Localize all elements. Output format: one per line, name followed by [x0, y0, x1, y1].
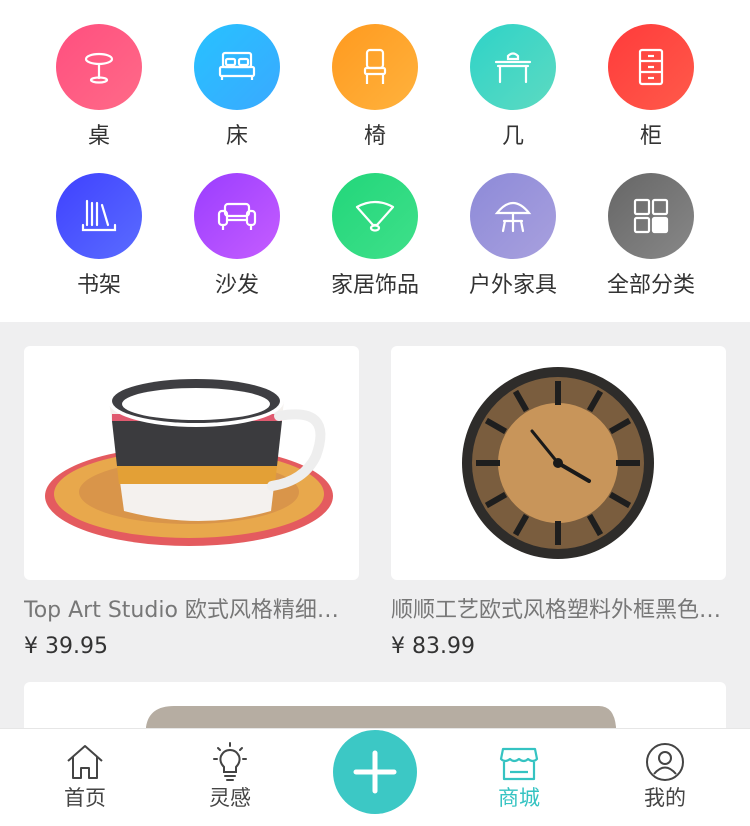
product-card[interactable]: Top Art Studio 欧式风格精细骨瓷咖啡杯碟套装 ¥ 39.95 — [24, 346, 359, 662]
tea-table-icon — [470, 24, 556, 110]
category-label: 几 — [501, 124, 524, 149]
tab-label: 灵感 — [209, 786, 251, 810]
bottom-tab-bar: 首页 灵感 商城 我的 — [0, 728, 750, 826]
plus-icon — [353, 750, 397, 794]
category-label: 全部分类 — [606, 273, 695, 298]
user-icon — [646, 743, 684, 781]
category-table[interactable]: 桌 — [30, 24, 168, 152]
product-price: ¥ 39.95 — [24, 634, 108, 659]
category-cabinet[interactable]: 柜 — [582, 24, 720, 152]
tab-inspiration[interactable]: 灵感 — [175, 741, 285, 811]
fan-decor-icon — [332, 173, 418, 259]
umbrella-icon — [470, 173, 556, 259]
product-title[interactable]: Top Art Studio 欧式风格精细骨瓷咖啡杯碟套装 — [24, 596, 359, 626]
category-all[interactable]: 全部分类 — [582, 173, 720, 301]
category-label: 户外家具 — [468, 273, 557, 298]
tab-profile[interactable]: 我的 — [610, 741, 720, 811]
category-chair[interactable]: 椅 — [306, 24, 444, 152]
category-tea-table[interactable]: 几 — [444, 24, 582, 152]
category-bookshelf[interactable]: 书架 — [30, 173, 168, 301]
cabinet-icon — [608, 24, 694, 110]
category-outdoor[interactable]: 户外家具 — [444, 173, 582, 301]
tab-home[interactable]: 首页 — [30, 741, 140, 811]
sofa-icon — [194, 173, 280, 259]
category-grid: 桌 床 椅 几 柜 书架 沙发 家居饰品 户外家具 全部分类 — [0, 0, 750, 322]
teacup-image — [24, 346, 359, 580]
category-label: 柜 — [639, 124, 662, 149]
tab-label: 首页 — [64, 786, 106, 810]
category-sofa[interactable]: 沙发 — [168, 173, 306, 301]
lightbulb-icon — [213, 742, 247, 781]
tab-label: 我的 — [644, 786, 686, 810]
round-table-icon — [56, 24, 142, 110]
product-title[interactable]: 顺顺工艺欧式风格塑料外框黑色复古挂钟 — [391, 596, 726, 626]
category-label: 椅 — [363, 124, 386, 149]
category-label: 桌 — [87, 124, 110, 149]
tab-label: 商城 — [498, 786, 540, 810]
category-bed[interactable]: 床 — [168, 24, 306, 152]
wall-clock-image — [391, 346, 726, 580]
tab-store[interactable]: 商城 — [464, 741, 574, 811]
bed-icon — [194, 24, 280, 110]
bookshelf-icon — [56, 173, 142, 259]
category-label: 家居饰品 — [330, 273, 419, 298]
category-label: 沙发 — [214, 273, 259, 298]
product-card[interactable]: 顺顺工艺欧式风格塑料外框黑色复古挂钟 ¥ 83.99 — [391, 346, 726, 662]
add-button[interactable] — [333, 730, 417, 814]
chair-icon — [332, 24, 418, 110]
category-home-decor[interactable]: 家居饰品 — [306, 173, 444, 301]
category-label: 书架 — [76, 273, 121, 298]
product-price: ¥ 83.99 — [391, 634, 475, 659]
grid-icon — [608, 173, 694, 259]
store-icon — [499, 747, 539, 781]
category-label: 床 — [225, 124, 248, 149]
home-icon — [67, 745, 103, 779]
